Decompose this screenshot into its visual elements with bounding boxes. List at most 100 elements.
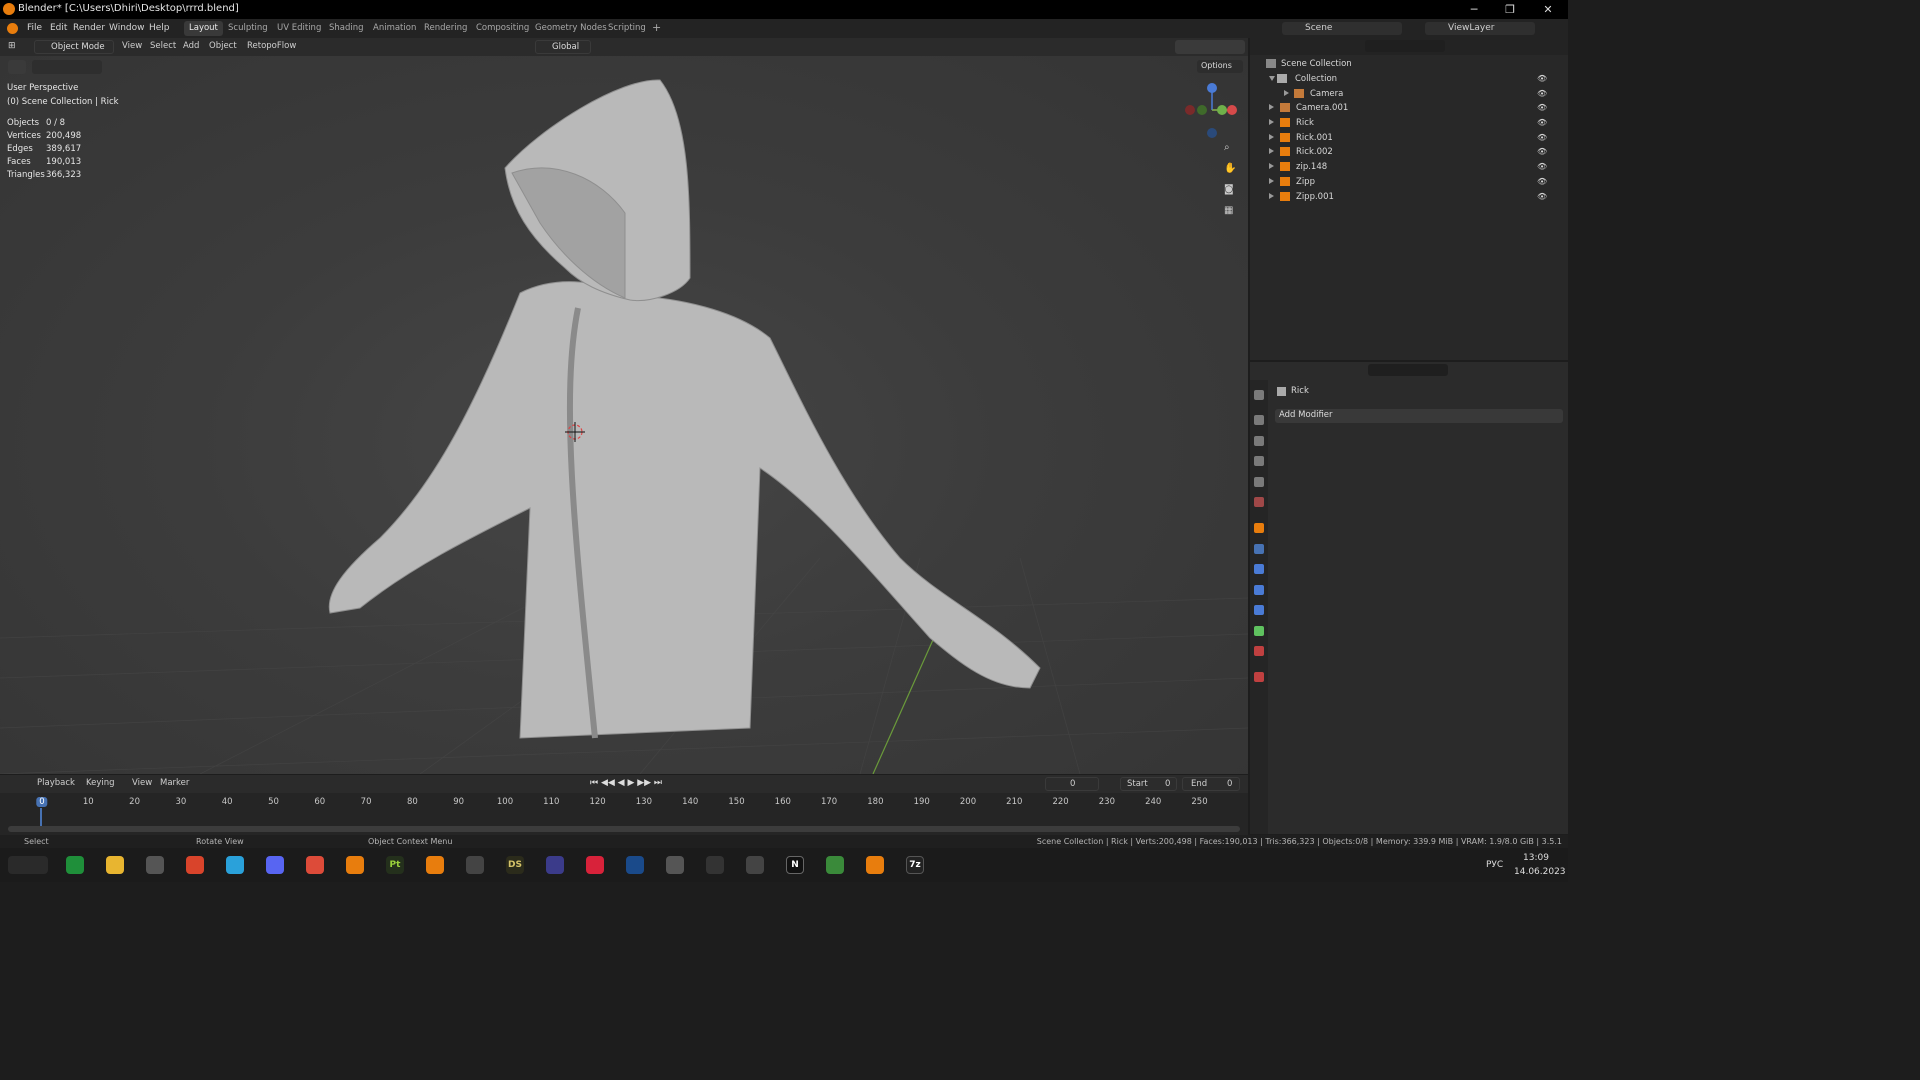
expand-icon[interactable] bbox=[1284, 90, 1289, 96]
zoom-icon[interactable]: ⌕ bbox=[1224, 142, 1238, 156]
menu-select[interactable]: Select bbox=[150, 41, 176, 51]
grid-view-icon[interactable]: ▦ bbox=[1224, 205, 1238, 219]
3d-viewport[interactable]: User Perspective (0) Scene Collection | … bbox=[0, 38, 1248, 774]
outliner-row[interactable]: Scene Collection bbox=[1250, 57, 1568, 71]
select-tool-icon[interactable] bbox=[8, 60, 26, 74]
object-tab-icon[interactable] bbox=[1254, 523, 1264, 533]
expand-icon[interactable] bbox=[1269, 193, 1274, 199]
expand-icon[interactable] bbox=[1269, 76, 1275, 81]
add-workspace-icon[interactable]: + bbox=[647, 19, 666, 34]
playback-controls[interactable]: ⏮ ◀◀ ◀ ▶ ▶▶ ⏭ bbox=[590, 778, 676, 790]
app-icon[interactable] bbox=[426, 856, 444, 874]
app-icon[interactable] bbox=[626, 856, 644, 874]
visibility-icon[interactable]: 👁 bbox=[1537, 118, 1547, 127]
selection-mode-buttons[interactable] bbox=[32, 60, 102, 74]
outliner-row[interactable]: Zipp.001 👁 bbox=[1250, 190, 1568, 204]
expand-icon[interactable] bbox=[1269, 163, 1274, 169]
data-tab-icon[interactable] bbox=[1254, 626, 1264, 636]
tool-tab-icon[interactable] bbox=[1254, 390, 1264, 400]
outliner-row[interactable]: Rick.002 👁 bbox=[1250, 145, 1568, 159]
blender-menu-icon[interactable] bbox=[7, 23, 18, 34]
menu-view[interactable]: View bbox=[132, 778, 152, 788]
start-frame-field[interactable]: Start 0 bbox=[1120, 777, 1177, 791]
output-tab-icon[interactable] bbox=[1254, 436, 1264, 446]
menu-marker[interactable]: Marker bbox=[160, 778, 189, 788]
scene-selector[interactable]: Scene bbox=[1282, 22, 1402, 35]
transform-orientation-selector[interactable]: Global bbox=[535, 40, 591, 54]
substance-painter-icon[interactable]: Pt bbox=[386, 856, 404, 874]
visibility-icon[interactable]: 👁 bbox=[1537, 133, 1547, 142]
particles-tab-icon[interactable] bbox=[1254, 564, 1264, 574]
material-tab-icon[interactable] bbox=[1254, 646, 1264, 656]
outliner-row[interactable]: zip.148 👁 bbox=[1250, 160, 1568, 174]
outliner-row[interactable]: Rick.001 👁 bbox=[1250, 131, 1568, 145]
scene-tab-icon[interactable] bbox=[1254, 477, 1264, 487]
tab-sculpting[interactable]: Sculpting bbox=[223, 21, 273, 36]
explorer-icon[interactable] bbox=[106, 856, 124, 874]
visibility-icon[interactable]: 👁 bbox=[1537, 192, 1547, 201]
substance-designer-icon[interactable]: DS bbox=[506, 856, 524, 874]
app-icon[interactable] bbox=[706, 856, 724, 874]
menu-file[interactable]: File bbox=[27, 23, 42, 33]
menu-edit[interactable]: Edit bbox=[50, 23, 67, 33]
expand-icon[interactable] bbox=[1269, 119, 1274, 125]
close-button[interactable]: ✕ bbox=[1530, 0, 1566, 19]
app-icon[interactable] bbox=[146, 856, 164, 874]
app-icon[interactable] bbox=[466, 856, 484, 874]
editor-type-icon[interactable]: ⊞ bbox=[8, 41, 26, 53]
expand-icon[interactable] bbox=[1269, 148, 1274, 154]
outliner-row[interactable]: Rick 👁 bbox=[1250, 116, 1568, 130]
visibility-icon[interactable]: 👁 bbox=[1537, 74, 1547, 83]
add-modifier-button[interactable]: Add Modifier bbox=[1275, 409, 1563, 423]
tab-rendering[interactable]: Rendering bbox=[419, 21, 472, 36]
pan-hand-icon[interactable]: ✋ bbox=[1224, 163, 1238, 177]
viewlayer-selector[interactable]: ViewLayer bbox=[1425, 22, 1535, 35]
menu-help[interactable]: Help bbox=[149, 23, 170, 33]
outliner-row[interactable]: Camera 👁 bbox=[1250, 87, 1568, 101]
modifier-tab-icon[interactable] bbox=[1254, 544, 1264, 554]
visibility-icon[interactable]: 👁 bbox=[1537, 147, 1547, 156]
start-button-icon[interactable] bbox=[8, 856, 48, 874]
menu-add[interactable]: Add bbox=[183, 41, 199, 51]
tab-animation[interactable]: Animation bbox=[368, 21, 421, 36]
language-indicator[interactable]: РУС bbox=[1486, 860, 1503, 870]
7zip-icon[interactable]: 7z bbox=[906, 856, 924, 874]
app-icon[interactable] bbox=[826, 856, 844, 874]
tab-layout[interactable]: Layout bbox=[184, 21, 223, 36]
minimize-button[interactable]: ─ bbox=[1456, 0, 1492, 19]
tab-geometry-nodes[interactable]: Geometry Nodes bbox=[530, 21, 612, 36]
tab-scripting[interactable]: Scripting bbox=[603, 21, 651, 36]
tab-compositing[interactable]: Compositing bbox=[471, 21, 534, 36]
menu-playback[interactable]: Playback bbox=[37, 778, 75, 788]
hoodie-mesh[interactable] bbox=[328, 79, 1041, 739]
shading-modes[interactable] bbox=[1175, 40, 1245, 54]
visibility-icon[interactable]: 👁 bbox=[1537, 177, 1547, 186]
expand-icon[interactable] bbox=[1269, 178, 1274, 184]
chrome-icon[interactable] bbox=[306, 856, 324, 874]
app-icon[interactable] bbox=[546, 856, 564, 874]
blender-icon[interactable] bbox=[346, 856, 364, 874]
texture-tab-icon[interactable] bbox=[1254, 672, 1264, 682]
constraints-tab-icon[interactable] bbox=[1254, 605, 1264, 615]
expand-icon[interactable] bbox=[1269, 104, 1274, 110]
visibility-icon[interactable]: 👁 bbox=[1537, 103, 1547, 112]
discord-icon[interactable] bbox=[266, 856, 284, 874]
timeline-scrollbar[interactable] bbox=[8, 826, 1240, 832]
menu-object[interactable]: Object bbox=[209, 41, 237, 51]
visibility-icon[interactable]: 👁 bbox=[1537, 89, 1547, 98]
outliner-search-input[interactable] bbox=[1365, 40, 1445, 52]
outliner-row[interactable]: Camera.001 👁 bbox=[1250, 101, 1568, 115]
xbox-icon[interactable] bbox=[66, 856, 84, 874]
notion-icon[interactable]: N bbox=[786, 856, 804, 874]
world-tab-icon[interactable] bbox=[1254, 497, 1264, 507]
outliner-row[interactable]: Zipp 👁 bbox=[1250, 175, 1568, 189]
options-dropdown[interactable]: Options bbox=[1197, 60, 1243, 73]
menu-keying[interactable]: Keying bbox=[86, 778, 115, 788]
menu-retopoflow[interactable]: RetopoFlow bbox=[247, 41, 296, 51]
menu-render[interactable]: Render bbox=[73, 23, 105, 33]
blender-active-icon[interactable] bbox=[866, 856, 884, 874]
physics-tab-icon[interactable] bbox=[1254, 585, 1264, 595]
end-frame-field[interactable]: End 0 bbox=[1182, 777, 1240, 791]
app-icon[interactable] bbox=[746, 856, 764, 874]
app-icon[interactable] bbox=[186, 856, 204, 874]
